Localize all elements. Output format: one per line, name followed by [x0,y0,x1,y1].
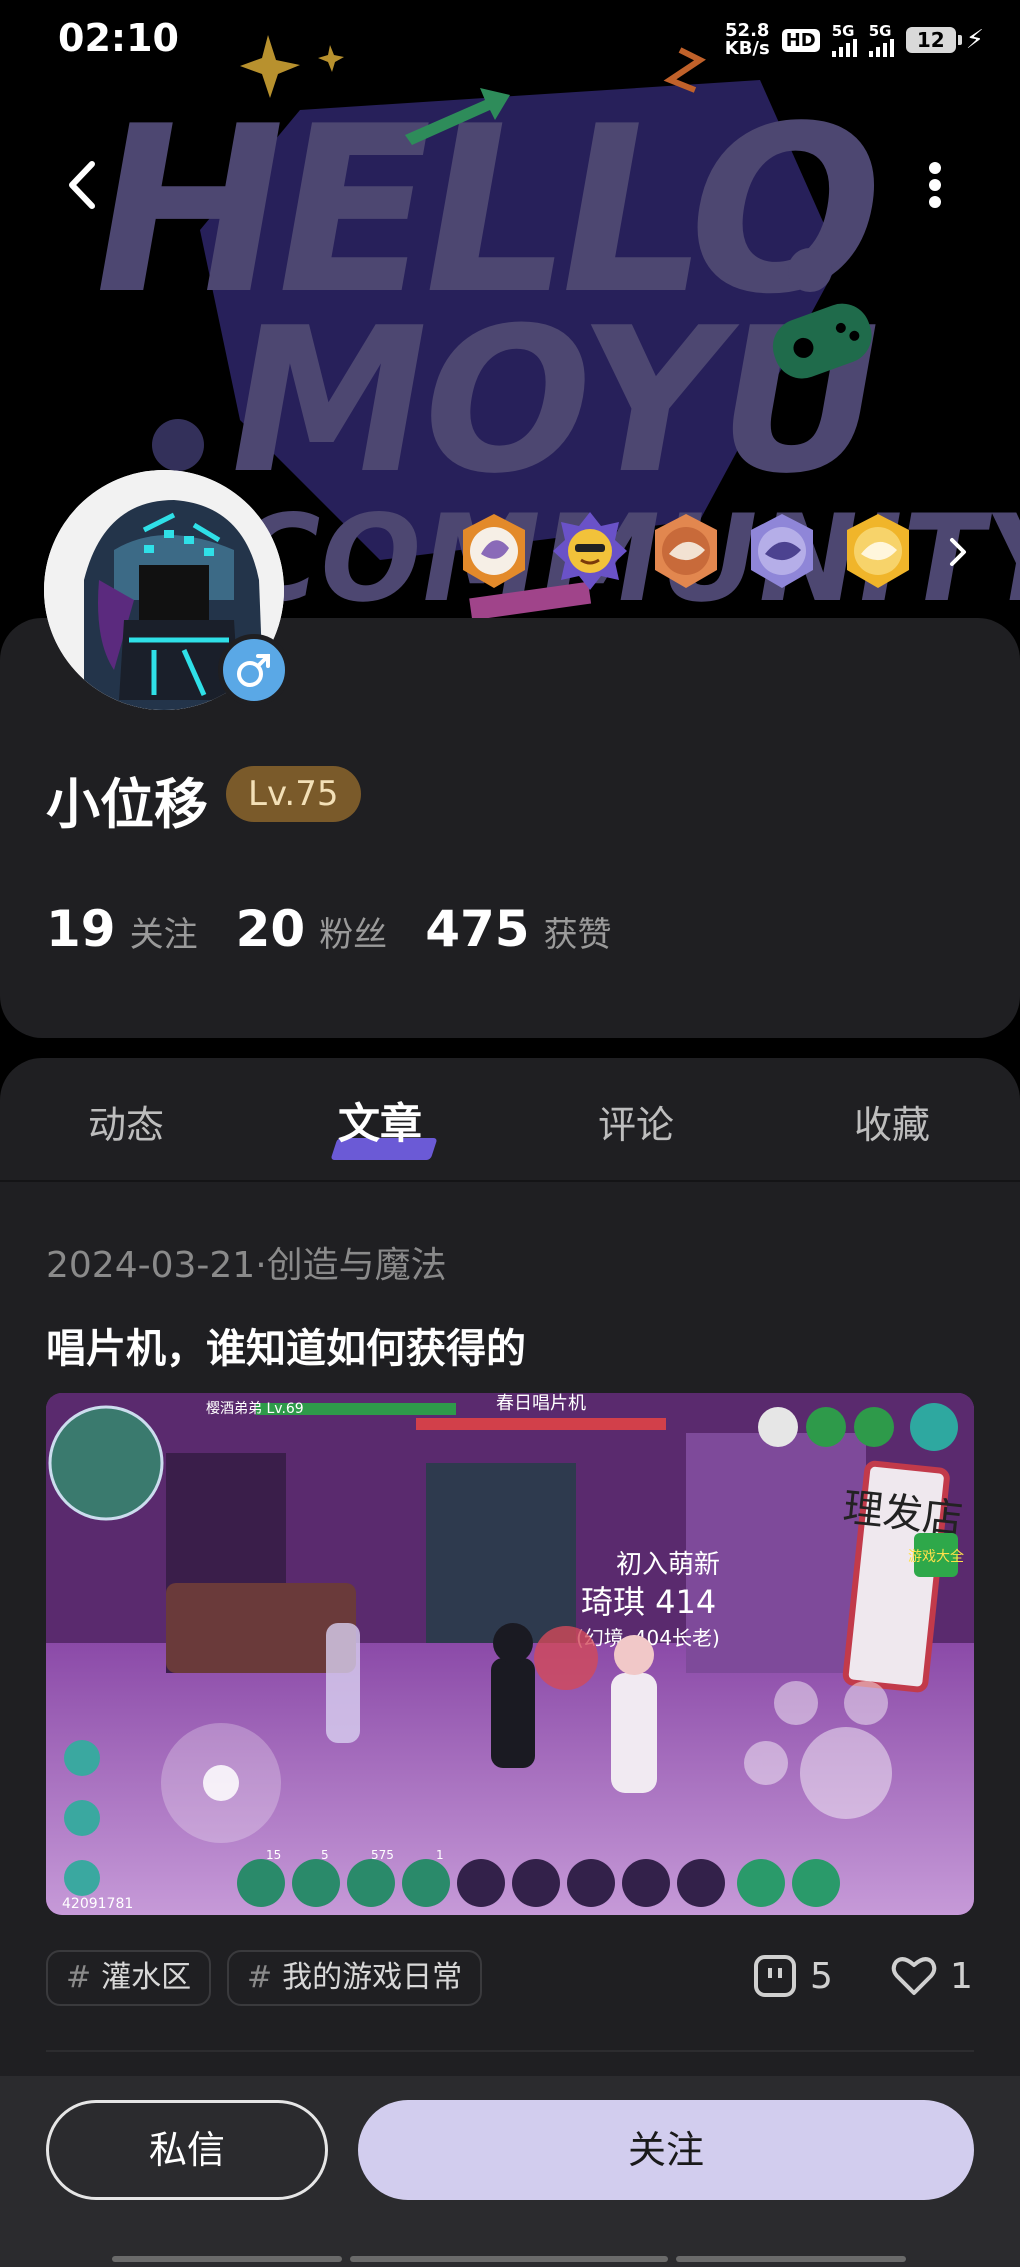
status-time: 02:10 [58,16,179,60]
hash-icon: # [247,1960,273,1995]
battery-icon: 12 ⚡ [905,25,984,55]
tag-label: 我的游戏日常 [282,1960,463,1995]
hd-icon: HD [781,28,820,52]
back-button[interactable] [50,150,120,220]
hotbar-count: 575 [371,1848,394,1862]
tab-articles[interactable]: 文章 [338,1090,422,1151]
game-player-name: 琦琪 414 [581,1583,716,1621]
comment-icon [754,1955,796,1997]
network-speed: 52.8 KB/s [725,22,770,58]
chevron-right-icon [950,538,966,566]
likes-label: 获赞 [543,915,612,955]
badge-icon[interactable] [551,510,629,592]
tab-activity[interactable]: 动态 [88,1094,164,1149]
tab-comments[interactable]: 评论 [598,1094,674,1149]
badge-icon[interactable] [455,510,533,592]
post-date: 2024-03-21 [46,1245,256,1286]
tag-chip[interactable]: # 灌水区 [46,1950,212,2006]
profile-stats: 19 关注 20 粉丝 475 获赞 [46,900,650,958]
game-badge-text: 游戏大全 [908,1548,964,1565]
comment-count: 5 [810,1955,833,1997]
signal-2-icon: 5G [868,21,894,57]
tag-label: 灌水区 [101,1960,192,1995]
charging-icon: ⚡ [965,25,984,55]
post-divider [46,2050,974,2052]
badge-icon[interactable] [839,510,917,592]
post-category[interactable]: 创造与魔法 [267,1245,447,1286]
game-header-text: 春日唱片机 [496,1393,586,1414]
post-title[interactable]: 唱片机，谁知道如何获得的 [46,1316,526,1374]
badge-icon[interactable] [743,510,821,592]
hash-icon: # [66,1960,92,1995]
followers-label[interactable]: 粉丝 [319,907,387,956]
meta-separator: · [255,1245,267,1286]
gesture-bar [676,2256,906,2262]
tag-chip[interactable]: # 我的游戏日常 [227,1950,483,2006]
following-count[interactable]: 19 [46,900,116,958]
badges-more-button[interactable] [940,530,976,574]
post-image[interactable]: 理发店 春日唱片机 樱酒弟弟 Lv.69 初入萌新 琦琪 414 (幻境_404… [46,1393,974,1915]
like-button[interactable]: 1 [890,1946,973,2006]
signal-2-label: 5G [868,21,892,40]
status-bar: 02:10 52.8 KB/s HD 5G 5G 12 ⚡ [0,0,1020,80]
hotbar-count: 15 [266,1848,281,1862]
signal-1-icon: 5G [831,21,857,57]
tab-favorites[interactable]: 收藏 [854,1094,930,1149]
chevron-left-icon [69,161,95,209]
comment-button[interactable]: 5 [752,1946,833,2006]
username: 小位移 [46,773,208,836]
game-level-text: 樱酒弟弟 Lv.69 [206,1400,304,1417]
likes-count: 475 [425,900,530,958]
like-count: 1 [950,1955,973,1997]
hd-label: HD [785,29,816,51]
following-label[interactable]: 关注 [130,907,198,956]
status-icons: 52.8 KB/s HD 5G 5G 12 ⚡ [725,20,984,60]
male-icon [218,634,290,706]
more-options-button[interactable] [900,150,970,220]
follow-button[interactable]: 关注 [358,2100,974,2200]
gesture-bar [350,2256,668,2262]
message-button[interactable]: 私信 [46,2100,328,2200]
bottom-action-bar: 私信 关注 [0,2076,1020,2267]
badge-icon[interactable] [647,510,725,592]
followers-count[interactable]: 20 [236,900,306,958]
network-speed-unit: KB/s [724,38,770,59]
battery-level: 12 [905,27,956,53]
game-uid-text: 42091781 [62,1896,133,1912]
more-vertical-icon [929,162,941,208]
hotbar-count: 1 [436,1848,444,1862]
gesture-bar [112,2256,342,2262]
level-badge: Lv.75 [226,766,361,822]
tab-bar: 动态 文章 评论 收藏 [0,1058,1020,1182]
badge-row[interactable] [455,508,917,594]
svg-text:MOYU: MOYU [209,284,895,517]
game-screenshot: 理发店 春日唱片机 樱酒弟弟 Lv.69 初入萌新 琦琪 414 (幻境_404… [46,1393,974,1915]
post-meta: 2024-03-21·创造与魔法 [46,1236,447,1288]
game-player-sub: 初入萌新 [616,1550,720,1580]
hotbar-count: 5 [321,1848,329,1862]
signal-1-label: 5G [831,21,855,40]
heart-icon [891,1957,937,1995]
